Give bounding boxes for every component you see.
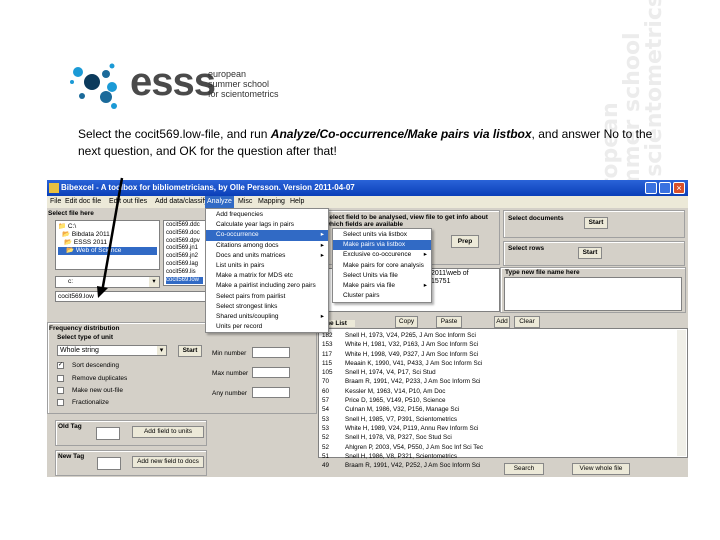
pointer-arrow <box>97 177 124 298</box>
